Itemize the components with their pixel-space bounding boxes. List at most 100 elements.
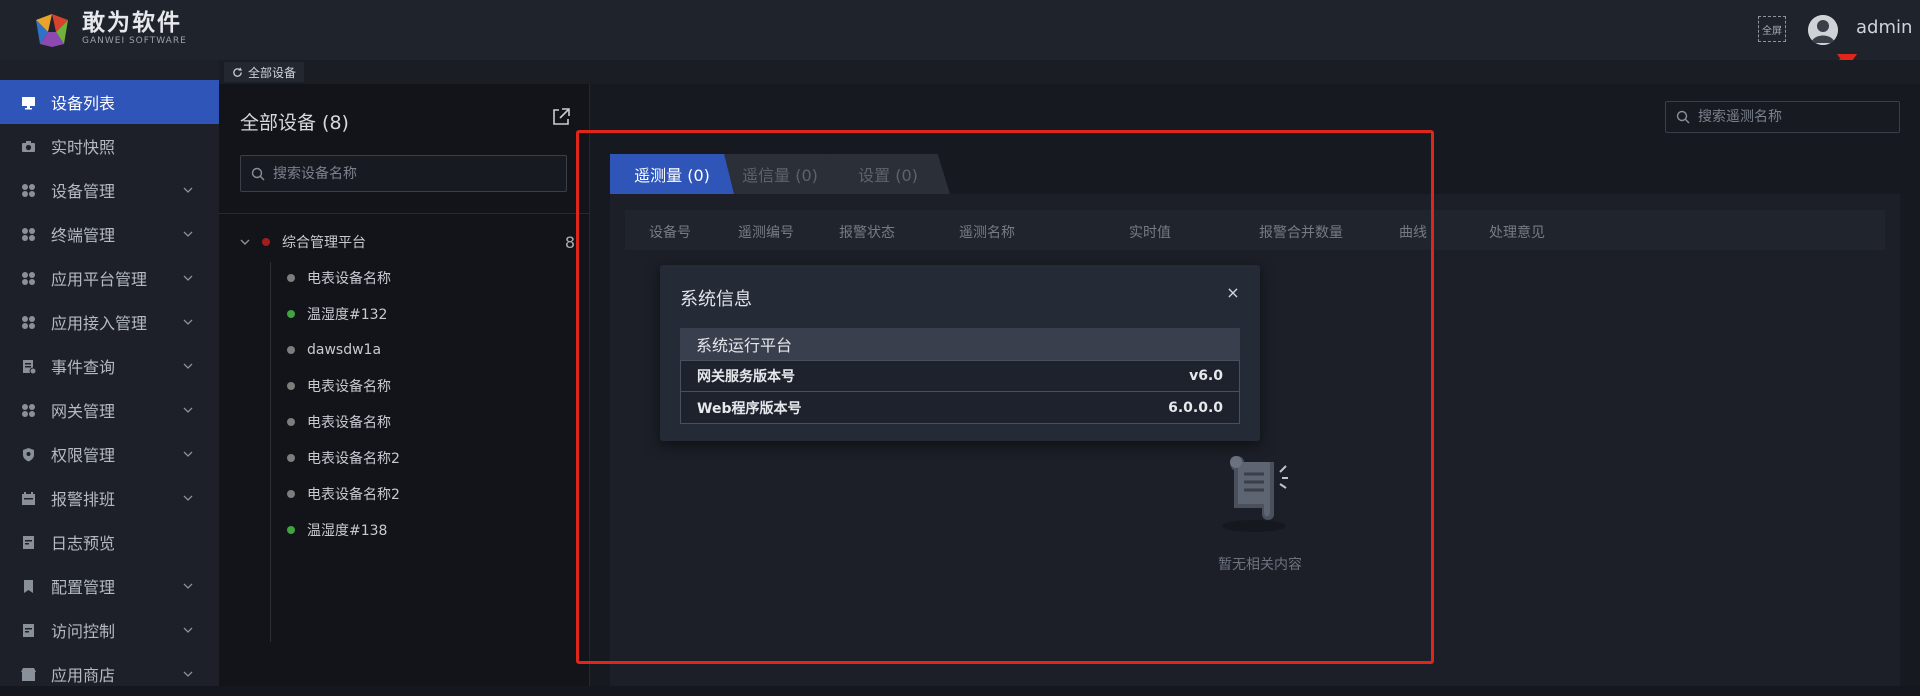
- status-dot: [287, 382, 295, 390]
- bookmark-icon: [24, 579, 33, 593]
- tree-root-count: 8: [564, 232, 575, 252]
- column-header[interactable]: 实时值: [1129, 222, 1171, 242]
- tree-leaf-label: 电表设备名称: [307, 271, 391, 287]
- column-header[interactable]: 曲线: [1399, 222, 1427, 242]
- sidebar-item[interactable]: 配置管理: [0, 564, 219, 608]
- tab-label: 设置 (0): [858, 166, 918, 185]
- grid-icon: [22, 227, 35, 241]
- column-header[interactable]: 报警合并数量: [1259, 222, 1343, 242]
- info-row: 网关服务版本号 v6.0: [680, 360, 1240, 392]
- external-link-icon[interactable]: [551, 107, 571, 127]
- close-icon[interactable]: ×: [1224, 283, 1242, 302]
- system-info-dialog: 系统信息 × 系统运行平台 网关服务版本号 v6.0 Web程序版本号 6.0.…: [660, 265, 1260, 441]
- tab-label: 遥信量 (0): [742, 166, 818, 185]
- chevron-down-icon[interactable]: [183, 669, 193, 679]
- avatar[interactable]: [1808, 15, 1838, 45]
- chevron-down-icon[interactable]: [183, 361, 193, 371]
- telemetry-search-input[interactable]: [1696, 108, 1899, 126]
- sidebar-item[interactable]: 报警排班: [0, 476, 219, 520]
- camera-icon: [22, 140, 35, 152]
- table-header: 设备号 遥测编号 报警状态 遥测名称 实时值 报警合并数量 曲线 处理意见: [625, 210, 1885, 250]
- tree-leaf[interactable]: 电表设备名称2: [287, 446, 400, 470]
- tab-settings[interactable]: 设置 (0): [826, 154, 950, 194]
- top-header: 敢为软件 GANWEI SOFTWARE 全屏 admin: [0, 0, 1920, 60]
- column-header[interactable]: 遥测编号: [738, 222, 794, 242]
- sidebar-item-label: 事件查询: [51, 358, 116, 377]
- column-header[interactable]: 遥测名称: [959, 222, 1015, 242]
- grid-icon: [22, 403, 35, 417]
- chevron-down-icon[interactable]: [183, 229, 193, 239]
- chevron-down-icon[interactable]: [240, 237, 250, 247]
- column-header[interactable]: 处理意见: [1489, 222, 1545, 242]
- chevron-down-icon[interactable]: [183, 185, 193, 195]
- tab-label: 全部设备: [248, 65, 297, 80]
- sidebar-item[interactable]: 应用接入管理: [0, 300, 219, 344]
- device-search-input[interactable]: [271, 164, 566, 183]
- sidebar-item-label: 设备列表: [51, 94, 116, 113]
- tree-leaf[interactable]: dawsdw1a: [287, 338, 381, 362]
- empty-text: 暂无相关内容: [1218, 557, 1302, 573]
- chevron-down-icon[interactable]: [183, 581, 193, 591]
- tree-leaf-label: 电表设备名称2: [307, 487, 400, 503]
- info-table: 系统运行平台 网关服务版本号 v6.0 Web程序版本号 6.0.0.0: [680, 328, 1240, 424]
- device-panel: 全部设备 (8) 综合管理平台 8 电表设备名称温湿度#132 dawsdw1a 电…: [219, 84, 589, 686]
- chevron-down-icon[interactable]: [183, 405, 193, 415]
- search-icon: [251, 167, 265, 180]
- tree-leaf-label: 电表设备名称: [307, 415, 391, 431]
- sidebar-item[interactable]: 终端管理: [0, 212, 219, 256]
- log-icon: [23, 623, 34, 637]
- chevron-down-icon[interactable]: [183, 449, 193, 459]
- status-dot: [262, 238, 270, 246]
- status-dot: [287, 418, 295, 426]
- sidebar-item-label: 日志预览: [51, 534, 116, 553]
- info-value: v6.0: [1189, 368, 1223, 384]
- tree-leaf[interactable]: 温湿度#138: [287, 518, 387, 542]
- sidebar-item[interactable]: 权限管理: [0, 432, 219, 476]
- divider: [219, 213, 589, 214]
- tab-all-devices[interactable]: 全部设备: [224, 62, 305, 82]
- tree-leaf-label: 电表设备名称2: [307, 451, 400, 467]
- fullscreen-button[interactable]: 全屏: [1758, 16, 1786, 42]
- tab-telesignal[interactable]: 遥信量 (0): [722, 154, 838, 194]
- sidebar-item[interactable]: 应用平台管理: [0, 256, 219, 300]
- sidebar-item[interactable]: 实时快照: [0, 124, 219, 168]
- tree-leaf[interactable]: 温湿度#132: [287, 302, 387, 326]
- sidebar-item-label: 实时快照: [51, 138, 116, 157]
- tree-leaf[interactable]: 电表设备名称2: [287, 482, 400, 506]
- refresh-icon[interactable]: [232, 66, 243, 78]
- sidebar-item[interactable]: 事件查询: [0, 344, 219, 388]
- sidebar-item-label: 报警排班: [51, 490, 116, 509]
- chevron-down-icon[interactable]: [183, 625, 193, 635]
- tab-telemetry[interactable]: 遥测量 (0): [610, 154, 734, 194]
- chevron-down-icon[interactable]: [183, 273, 193, 283]
- chevron-down-icon[interactable]: [183, 493, 193, 503]
- sidebar-item-label: 配置管理: [51, 578, 116, 597]
- status-dot: [287, 454, 295, 462]
- tree-root-node[interactable]: 综合管理平台 8: [240, 230, 575, 254]
- sidebar-item[interactable]: 网关管理: [0, 388, 219, 432]
- sidebar-item[interactable]: 访问控制: [0, 608, 219, 652]
- tree-leaf[interactable]: 电表设备名称: [287, 374, 391, 398]
- sidebar-item[interactable]: 应用商店: [0, 652, 219, 696]
- info-label: Web程序版本号: [697, 400, 802, 417]
- tree-leaf[interactable]: 电表设备名称: [287, 410, 391, 434]
- document-icon: [23, 359, 36, 374]
- sidebar-item-label: 权限管理: [51, 446, 116, 465]
- info-label: 网关服务版本号: [697, 369, 795, 385]
- tree-leaf-label: 电表设备名称: [307, 379, 391, 395]
- sidebar-item[interactable]: 日志预览: [0, 520, 219, 564]
- telemetry-search-field[interactable]: [1665, 101, 1900, 133]
- sidebar-item-label: 网关管理: [51, 402, 116, 421]
- status-dot: [287, 526, 295, 534]
- column-header[interactable]: 报警状态: [839, 222, 895, 242]
- status-dot: [287, 310, 295, 318]
- status-dot: [287, 274, 295, 282]
- page-tabstrip: 全部设备: [219, 60, 1920, 84]
- sidebar-item[interactable]: 设备管理: [0, 168, 219, 212]
- username[interactable]: admin: [1856, 17, 1912, 38]
- sidebar-item[interactable]: 设备列表: [0, 80, 219, 124]
- chevron-down-icon[interactable]: [183, 317, 193, 327]
- column-header[interactable]: 设备号: [649, 222, 691, 242]
- device-search-field[interactable]: [240, 155, 567, 192]
- tree-leaf[interactable]: 电表设备名称: [287, 266, 391, 290]
